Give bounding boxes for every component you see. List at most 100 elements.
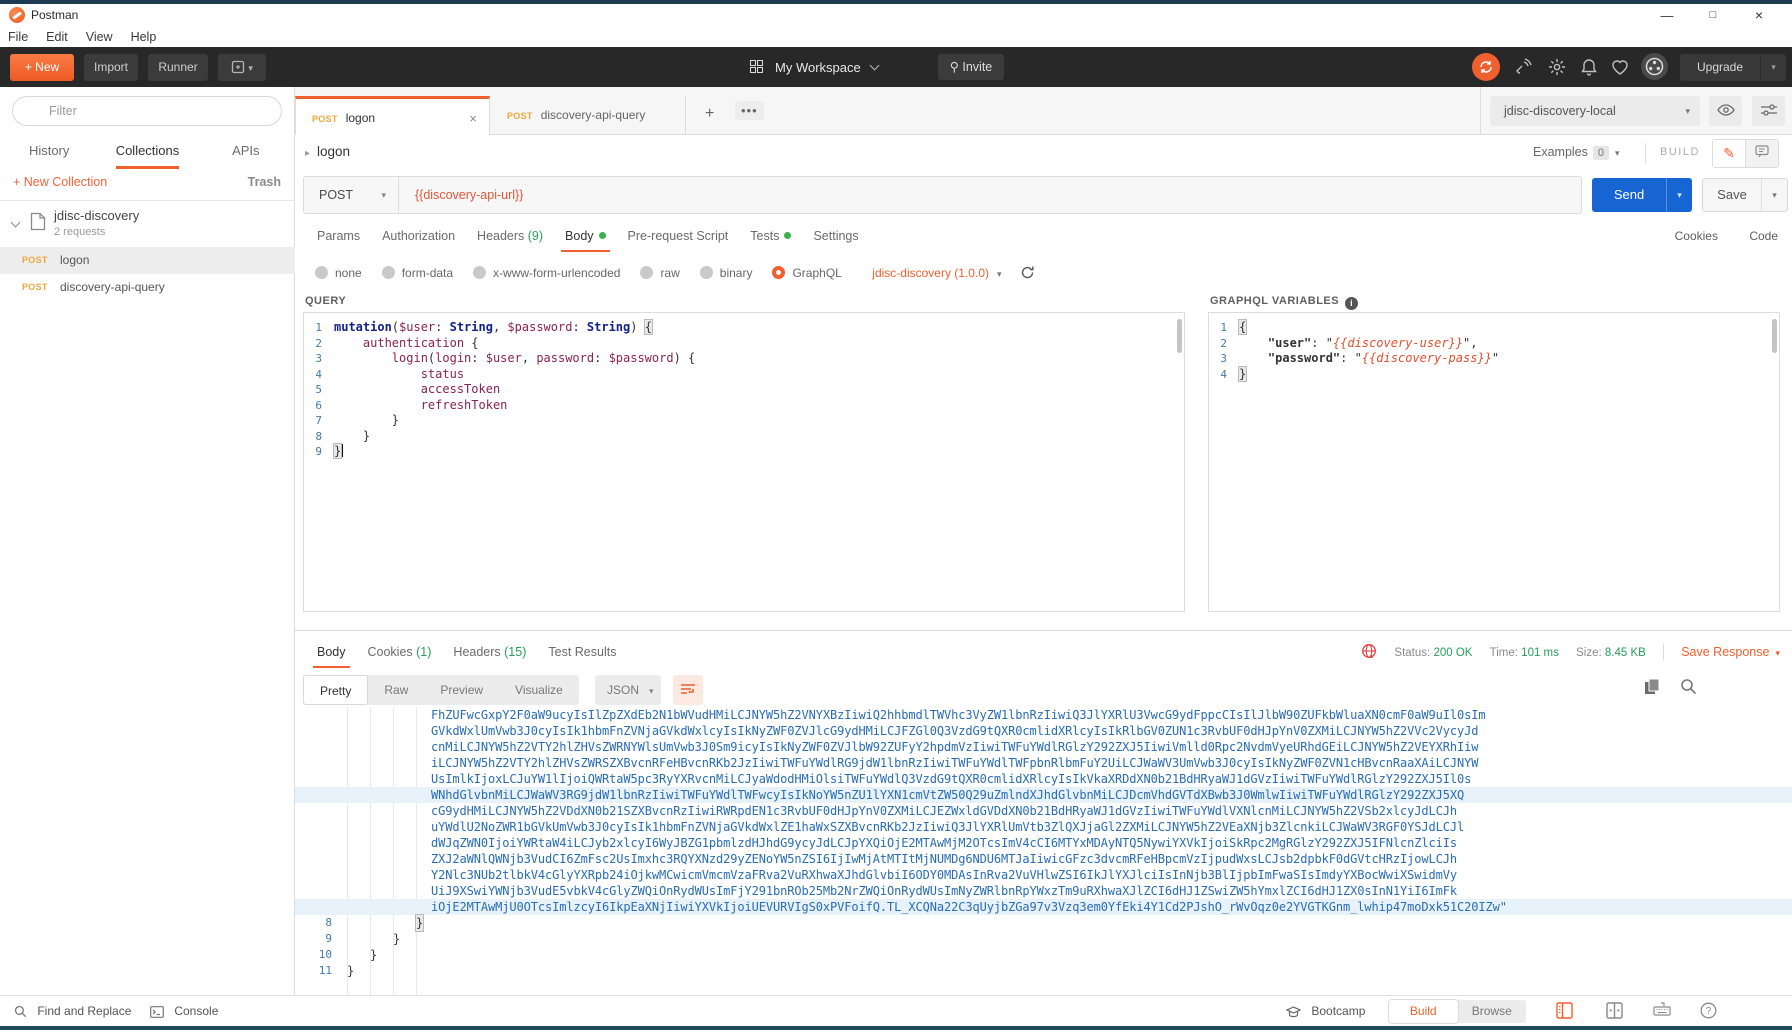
filter-input[interactable]: Filter [12, 96, 282, 126]
copy-icon[interactable] [1644, 678, 1660, 695]
format-dropdown[interactable]: JSON▾ [595, 675, 661, 705]
response-tab-test-results[interactable]: Test Results [548, 635, 616, 669]
environment-quick-look-button[interactable] [1709, 96, 1742, 126]
sidebar-request-discovery-api-query[interactable]: POSTdiscovery-api-query [0, 274, 295, 301]
console-button[interactable]: Console [150, 996, 218, 1026]
request-tab-settings[interactable]: Settings [813, 219, 858, 253]
method-dropdown[interactable]: POST▾ [303, 176, 398, 214]
two-pane-view-icon[interactable] [1606, 1002, 1623, 1024]
help-icon[interactable]: ? [1700, 1002, 1717, 1024]
save-response-button[interactable]: Save Response▾ [1681, 645, 1780, 659]
body-mode-x-www-form-urlencoded[interactable]: x-www-form-urlencoded [473, 255, 620, 291]
main-panel: POSTlogon×POSTdiscovery-api-query + ••• … [295, 87, 1792, 995]
body-mode-GraphQL[interactable]: GraphQL [772, 255, 841, 291]
view-raw[interactable]: Raw [368, 675, 424, 705]
environment-settings-button[interactable] [1752, 96, 1785, 126]
wrap-lines-button[interactable] [673, 675, 703, 705]
menu-edit[interactable]: Edit [46, 27, 68, 47]
postman-logo-icon [9, 7, 25, 23]
tab-options-button[interactable]: ••• [735, 101, 764, 120]
favorites-heart-icon[interactable] [1610, 57, 1632, 79]
response-token-line: dWJqZWN0IjoiYWRtaW4iLCJyb2xlcyI6WyJBZG1p… [295, 835, 1792, 851]
new-collection-button[interactable]: + New Collection [13, 175, 107, 189]
request-tab-headers[interactable]: Headers (9) [477, 219, 543, 253]
response-tab-cookies[interactable]: Cookies (1) [368, 635, 432, 669]
response-token-line: FhZUFwcGxpY2F0aW9ucyIsIlZpZXdEb2N1bWVudH… [295, 707, 1792, 723]
comments-button[interactable] [1745, 140, 1778, 167]
build-tab[interactable]: Build [1389, 1000, 1458, 1023]
request-tab-params[interactable]: Params [317, 219, 360, 253]
response-token-line: GVkdWxlUmVwb3J0cyIsIk1hbmFnZVNjaGVkdWxlc… [295, 723, 1792, 739]
request-tab-tests[interactable]: Tests [750, 219, 791, 253]
request-tabs: Params Authorization Headers (9) Body Pre-re… [295, 219, 1792, 255]
invite-button[interactable]: ⚲ Invite [938, 54, 1004, 80]
chevron-down-icon[interactable] [11, 218, 21, 228]
body-mode-raw[interactable]: raw [640, 255, 679, 291]
refresh-schema-icon[interactable] [1020, 265, 1035, 285]
sidebar-toggle-icon[interactable] [1556, 1002, 1573, 1024]
response-tab-body[interactable]: Body [317, 635, 346, 669]
team-library-icon[interactable] [1641, 53, 1668, 80]
body-mode-form-data[interactable]: form-data [382, 255, 453, 291]
sidebar-tab-collections[interactable]: Collections [98, 133, 196, 169]
examples-dropdown[interactable]: Examples0▾ [1533, 145, 1620, 159]
sidebar-request-logon[interactable]: POSTlogon [0, 247, 295, 274]
request-title[interactable]: ▸logon [305, 144, 350, 159]
response-tab-headers[interactable]: Headers (15) [453, 635, 526, 669]
new-window-button[interactable]: ▾ [218, 54, 266, 81]
maximize-button[interactable]: □ [1696, 4, 1730, 27]
capture-requests-icon[interactable] [1513, 57, 1535, 79]
edit-pencil-button[interactable]: ✎ [1713, 140, 1745, 167]
view-pretty[interactable]: Pretty [303, 675, 368, 705]
menu-view[interactable]: View [86, 27, 113, 47]
request-tab-pre-request-script[interactable]: Pre-request Script [628, 219, 729, 253]
environment-selector[interactable]: jdisc-discovery-local▾ [1490, 96, 1700, 126]
close-button[interactable]: × [1742, 4, 1776, 27]
request-tab-authorization[interactable]: Authorization [382, 219, 455, 253]
browse-tab[interactable]: Browse [1458, 1000, 1527, 1023]
save-button[interactable]: Save▾ [1702, 178, 1788, 212]
graphql-variables-editor[interactable]: 1{2 "user": "{{discovery-user}}",3 "pass… [1208, 312, 1780, 612]
response-json-line: 8} [295, 915, 1792, 931]
body-mode-binary[interactable]: binary [700, 255, 753, 291]
collection-header[interactable]: jdisc-discovery 2 requests [0, 201, 295, 247]
request-tab-body[interactable]: Body [565, 219, 606, 253]
menu-help[interactable]: Help [131, 27, 157, 47]
notifications-bell-icon[interactable] [1579, 57, 1601, 79]
sidebar-tab-history[interactable]: History [0, 133, 98, 169]
new-window-icon [231, 60, 245, 74]
import-button[interactable]: Import [84, 54, 138, 81]
response-body-viewer[interactable]: FhZUFwcGxpY2F0aW9ucyIsIlZpZXdEb2N1bWVudH… [295, 707, 1792, 1030]
open-tab-discovery-api-query[interactable]: POSTdiscovery-api-query [491, 96, 686, 135]
url-input[interactable]: {{discovery-api-url}} [398, 176, 1582, 214]
view-visualize[interactable]: Visualize [499, 675, 579, 705]
sidebar-tab-apis[interactable]: APIs [197, 133, 295, 169]
runner-button[interactable]: Runner [148, 54, 208, 81]
time-value: 101 ms [1521, 647, 1559, 659]
graphql-query-editor[interactable]: 1mutation($user: String, $password: Stri… [303, 312, 1185, 612]
open-tab-logon[interactable]: POSTlogon× [295, 96, 490, 135]
code-link[interactable]: Code [1749, 229, 1778, 243]
trash-button[interactable]: Trash [248, 175, 281, 189]
new-button[interactable]: + New [10, 54, 74, 81]
search-response-icon[interactable] [1680, 678, 1697, 695]
menu-file[interactable]: File [8, 27, 28, 47]
add-tab-button[interactable]: + [705, 105, 714, 123]
view-preview[interactable]: Preview [424, 675, 499, 705]
settings-gear-icon[interactable] [1547, 57, 1569, 79]
bootcamp-button[interactable]: Bootcamp [1286, 996, 1365, 1026]
cookies-link[interactable]: Cookies [1675, 229, 1718, 243]
minimize-button[interactable]: — [1650, 4, 1684, 27]
response-token-line: cG9ydHMiLCJNYW5hZ2VDdXN0b21SZXBvcnRzIiwi… [295, 803, 1792, 819]
send-button[interactable]: Send▾ [1592, 178, 1692, 212]
body-mode-none[interactable]: none [315, 255, 362, 291]
close-tab-icon[interactable]: × [469, 99, 477, 138]
find-and-replace-button[interactable]: Find and Replace [14, 996, 131, 1026]
upgrade-button[interactable]: Upgrade▾ [1680, 54, 1786, 81]
workspace-selector[interactable]: My Workspace [775, 60, 861, 75]
build-browse-toggle: Build Browse [1389, 1000, 1526, 1023]
keyboard-shortcuts-icon[interactable] [1653, 1002, 1671, 1021]
sync-status-icon[interactable] [1472, 53, 1500, 81]
schema-dropdown[interactable]: jdisc-discovery (1.0.0)▾ [872, 266, 1001, 280]
collection-name[interactable]: jdisc-discovery [54, 208, 139, 223]
